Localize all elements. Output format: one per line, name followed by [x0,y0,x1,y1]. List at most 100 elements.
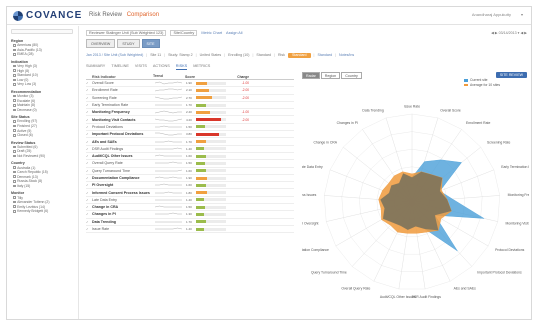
checkbox[interactable] [13,64,16,68]
table-row[interactable]: ✓ Data Trending 1.70 [86,219,294,226]
table-row[interactable]: ✓ Issue Rate 1.40 [86,226,294,234]
score-value: 1.80 [186,190,192,195]
indicator-name: Documentation Compliance [92,176,140,180]
table-row[interactable]: ✓ Early Termination Rate 1.70 [86,102,294,110]
filter-item: Study: Stamp 2 [168,53,193,57]
tab-summary[interactable]: SUMMARY [86,64,105,70]
table-row[interactable]: ✓ Screening Rate 2.70 -2.00 [86,95,294,102]
checkbox[interactable] [13,166,16,169]
table-row[interactable]: ✓ Informed Consent Process Issues 1.80 [86,189,294,197]
checkbox[interactable] [13,103,16,107]
checkbox[interactable] [13,73,16,77]
checkbox[interactable] [13,184,16,188]
table-row[interactable]: ✓ AEs and SAEs 1.70 [86,138,294,146]
tab-visits[interactable]: VISITS [135,64,147,70]
score-cell: 1.70 [185,139,229,145]
table-row[interactable]: ✓ Monitoring Visit Contacts 4.20 -2.00 [86,116,294,124]
checkbox[interactable] [13,69,16,72]
checkbox[interactable] [13,108,16,112]
checkbox[interactable] [13,154,16,158]
sidebar-filter-item[interactable]: Italy (15) [11,184,74,189]
tab-metrics[interactable]: METRICS [193,64,210,70]
checkbox[interactable] [13,129,16,132]
checkbox[interactable] [13,120,16,123]
toggle-country[interactable]: Country [341,72,362,79]
filter-link[interactable]: Notes/Ins [339,53,354,57]
app-subtitle: Comparison [126,12,160,18]
sidebar-filter-item[interactable]: Decrease (0) [11,108,74,113]
table-row[interactable]: ✓ Monitoring Frequency 2.40 -1.00 [86,109,294,117]
checkbox[interactable] [13,196,16,199]
date-pager[interactable]: ◀ ▶ 03/14/2013 ▾ ◀ ▶ [491,31,527,35]
table-row[interactable]: ✓ Changes in PI 1.30 [86,211,294,219]
indicator-name: PI Oversight [92,183,114,188]
site-review-button[interactable]: SITE REVIEW [495,72,527,78]
chevron-down-icon[interactable]: ▾ [521,12,523,17]
score-value: 1.60 [186,154,192,159]
checkbox[interactable] [13,133,16,137]
filter-link[interactable]: Standard [317,53,332,57]
sparkline-path [154,81,183,85]
checkbox[interactable] [13,210,16,213]
sidebar-search-input[interactable] [11,29,73,34]
toggle-region[interactable]: Region [320,72,341,79]
score-value: 1.40 [186,197,192,202]
table-row[interactable]: ✓ Overall Query Rate 1.50 [86,160,294,168]
score-bar-fill [196,220,207,224]
sidebar-filter-label: Czech Republic (15) [17,170,48,175]
score-value: 2.10 [186,88,192,93]
risk-chip[interactable]: Standard [287,52,311,58]
table-row[interactable]: ✓ Documentation Compliance 1.90 [86,175,294,183]
axis-label: Important Protocol Deviations [477,271,522,275]
sidebar-filter-item[interactable]: Not Reviewed (90) [11,154,74,159]
table-row[interactable]: ✓ Enrollment Rate 2.10 -2.00 [86,87,294,95]
breadcrumb-item[interactable]: Metric Chart [201,31,222,35]
checkbox[interactable] [13,78,16,82]
tab-site[interactable]: SITE [141,39,160,48]
checkbox[interactable] [13,48,16,52]
user-menu[interactable]: Anandharaj Appukutty [472,12,511,17]
toggle-radar[interactable]: Radar [302,72,320,79]
checkbox[interactable] [13,53,16,56]
table-row[interactable]: ✓ Query Turnaround Time 1.60 [86,168,294,175]
table-row[interactable]: ✓ Audit/CQL Other Issues 1.60 [86,153,294,161]
table-row[interactable]: ✓ Late Data Entry 1.40 [86,197,294,205]
score-bar [196,227,226,231]
table-row[interactable]: ✓ DSR Audit Findings 1.40 [86,146,294,153]
checkbox[interactable] [13,170,16,174]
checkbox[interactable] [13,180,16,183]
checkbox[interactable] [13,124,16,128]
checkbox[interactable] [13,94,16,98]
table-row[interactable]: ✓ Protocol Deviations 1.50 [86,124,294,132]
trend-sparkline [154,154,182,157]
sidebar-filter-item[interactable]: Closed (6) [11,133,74,138]
table-row[interactable]: ✓ Change in CRA 1.50 [86,204,294,212]
tab-timeline[interactable]: TIMELINE [111,64,129,70]
tab-overview[interactable]: OVERVIEW [86,39,116,48]
table-row[interactable]: ✓ Important Protocol Deviations 3.80 [86,131,294,139]
logo[interactable]: COVANCE [13,10,82,21]
sidebar-filter-item[interactable]: Kennedy Bridgett (6) [11,209,74,214]
checkbox[interactable] [13,150,16,153]
tab-actions[interactable]: ACTIONS [153,64,170,70]
score-bar [196,176,226,180]
table-row[interactable]: ✓ PI Oversight 1.60 [86,182,294,190]
tab-study[interactable]: STUDY [117,39,140,48]
tab-risks[interactable]: RISKS [175,64,188,70]
breadcrumb-item[interactable]: Assign All [226,31,242,35]
checkbox[interactable] [13,44,16,47]
filter-item: Site 11 [150,53,162,57]
checkbox[interactable] [13,99,16,102]
filter-item[interactable]: Jan 2013 / Site Unit (Sub Weighted) [86,53,143,57]
checkbox[interactable] [13,205,16,209]
indicator-name: AEs and SAEs [92,139,117,144]
table-row[interactable]: ✓ Overall Score 1.90 -1.00 [86,80,294,88]
sidebar-filter-item[interactable]: Very Low (3) [11,82,74,87]
sidebar-filter-item[interactable]: EMEA (28) [11,52,74,57]
checkbox[interactable] [13,175,16,179]
breadcrumb-item[interactable]: Reviewer Stalinger Unit (Sub Weighted 12… [86,30,167,36]
breadcrumb-item[interactable]: Site/Country [170,30,198,36]
checkbox[interactable] [13,145,16,149]
checkbox[interactable] [13,200,16,204]
checkbox[interactable] [13,83,16,86]
